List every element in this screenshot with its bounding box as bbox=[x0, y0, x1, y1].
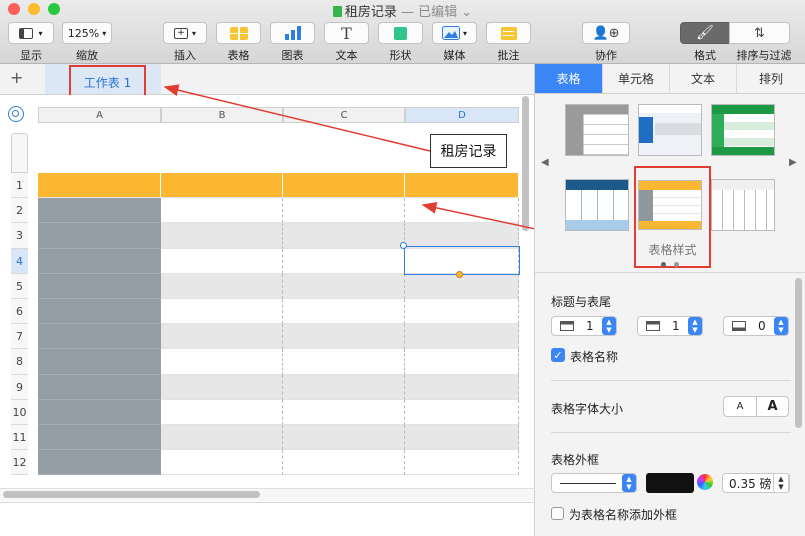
outline-table-name-checkbox[interactable] bbox=[551, 507, 564, 520]
inspector-divider-2 bbox=[551, 380, 791, 381]
tab-table-label: 表格 bbox=[556, 72, 581, 86]
footer-rows-icon bbox=[732, 321, 746, 331]
line-style-icon bbox=[560, 482, 616, 484]
style-next-arrow-icon[interactable]: ▶ bbox=[789, 157, 797, 168]
stepper-arrows-icon[interactable]: ▲ ▼ bbox=[773, 473, 789, 493]
outline-style-select[interactable]: ▲ ▼ bbox=[551, 473, 637, 493]
stepper-arrows-icon[interactable]: ▲ ▼ bbox=[774, 317, 788, 335]
table-style-1[interactable] bbox=[565, 104, 629, 156]
tab-text[interactable]: 文本 bbox=[669, 64, 736, 94]
stepper-arrows-icon[interactable]: ▲ ▼ bbox=[622, 474, 636, 492]
style-prev-arrow-icon[interactable]: ◀ bbox=[541, 157, 549, 168]
table-styles-caption: 表格样式 bbox=[648, 243, 697, 257]
increase-font-size-button[interactable]: A bbox=[757, 397, 788, 416]
stepper-arrows-icon[interactable]: ▲ ▼ bbox=[688, 317, 702, 335]
stepper-arrows-icon[interactable]: ▲ ▼ bbox=[602, 317, 616, 335]
color-wheel-icon[interactable] bbox=[697, 474, 713, 490]
tab-table[interactable]: 表格 bbox=[535, 64, 602, 94]
annotation-label: 租房记录 bbox=[430, 134, 507, 168]
checkmark-icon: ✓ bbox=[553, 348, 563, 362]
outline-color-swatch[interactable] bbox=[646, 473, 694, 493]
font-size-label: 表格字体大小 bbox=[551, 402, 624, 416]
header-rows-value: 1 bbox=[586, 319, 594, 333]
outline-table-name-label: 为表格名称添加外框 bbox=[569, 508, 678, 522]
table-style-6[interactable] bbox=[711, 179, 775, 231]
tab-arrange-label: 排列 bbox=[758, 72, 783, 86]
tab-cell[interactable]: 单元格 bbox=[602, 64, 669, 94]
header-columns-icon bbox=[646, 321, 660, 331]
outline-label: 表格外框 bbox=[551, 453, 600, 467]
footer-rows-stepper[interactable]: 0 ▲ ▼ bbox=[723, 316, 789, 336]
table-style-4[interactable] bbox=[565, 179, 629, 231]
table-name-checkbox[interactable]: ✓ bbox=[551, 348, 565, 362]
tab-arrange[interactable]: 排列 bbox=[736, 64, 805, 94]
tab-cell-label: 单元格 bbox=[617, 72, 654, 86]
outline-width-value: 0.35 磅 bbox=[729, 476, 772, 491]
tab-text-label: 文本 bbox=[690, 72, 715, 86]
font-size-control: A A bbox=[723, 396, 789, 417]
inspector-divider-1 bbox=[535, 272, 805, 273]
page-dot-2[interactable] bbox=[674, 262, 679, 267]
annotation-label-text: 租房记录 bbox=[440, 144, 497, 160]
inspector-divider-3 bbox=[551, 432, 791, 433]
page-dot-1[interactable] bbox=[661, 262, 666, 267]
outline-width-stepper[interactable]: 0.35 磅 ▲ ▼ bbox=[722, 473, 790, 493]
header-rows-stepper[interactable]: 1 ▲ ▼ bbox=[551, 316, 617, 336]
header-rows-icon bbox=[560, 321, 574, 331]
decrease-font-size-button[interactable]: A bbox=[724, 397, 757, 416]
inspector-scrollbar[interactable] bbox=[795, 278, 802, 428]
header-columns-stepper[interactable]: 1 ▲ ▼ bbox=[637, 316, 703, 336]
table-style-3[interactable] bbox=[711, 104, 775, 156]
footer-rows-value: 0 bbox=[758, 319, 766, 333]
header-footer-title: 标题与表尾 bbox=[551, 295, 612, 309]
table-style-2[interactable] bbox=[638, 104, 702, 156]
header-columns-value: 1 bbox=[672, 319, 680, 333]
table-name-label: 表格名称 bbox=[570, 350, 619, 364]
